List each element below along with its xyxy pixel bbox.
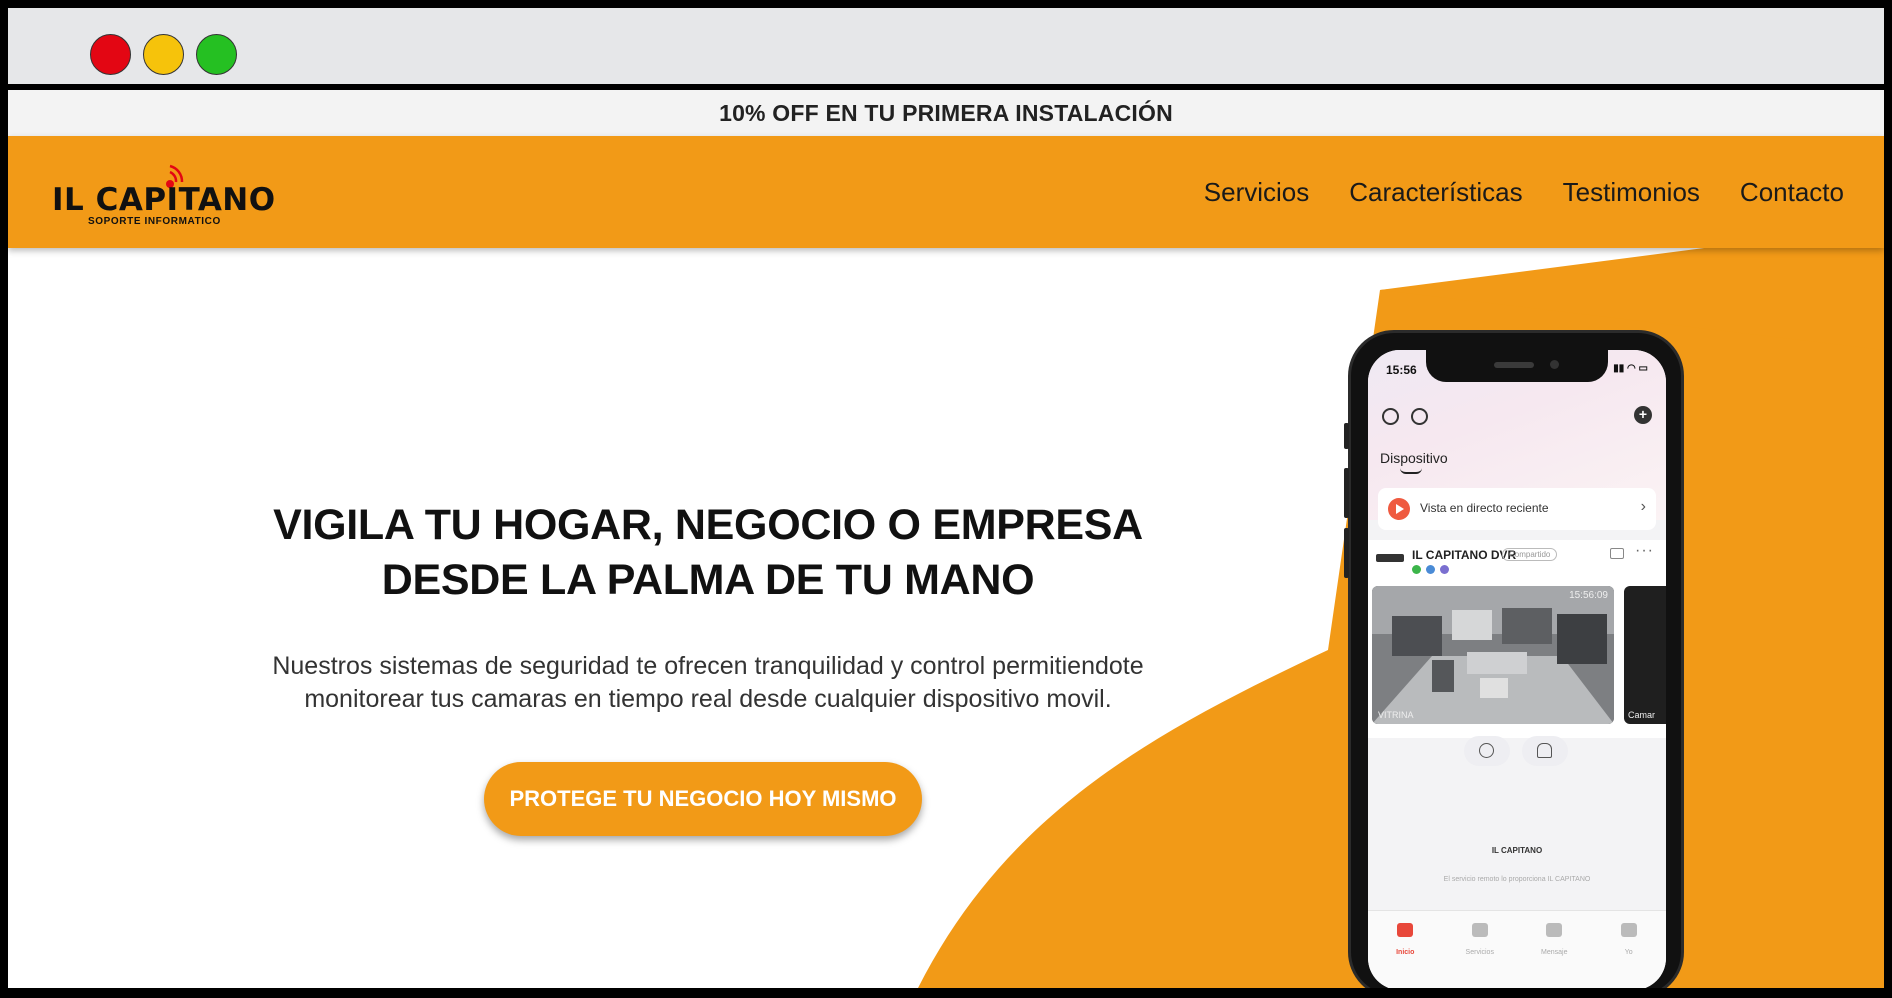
dvr-icon	[1376, 554, 1404, 562]
tab-servicios[interactable]: Servicios	[1455, 923, 1505, 988]
logo-title: IL CAPITANO	[52, 182, 276, 218]
promo-text: 10% OFF EN TU PRIMERA INSTALACIÓN	[719, 99, 1173, 126]
phone-volume-up	[1344, 468, 1349, 518]
camera-timestamp: 15:56:09	[1569, 590, 1608, 601]
close-window-button[interactable]	[90, 34, 131, 75]
main-nav: Servicios Características Testimonios Co…	[1204, 136, 1844, 248]
device-status-badges	[1412, 565, 1449, 574]
device-card: IL CAPITANO DVR Compartido ··· 15:56:09 …	[1368, 540, 1666, 766]
chevron-right-icon: ›	[1640, 498, 1646, 515]
camera-scene-image	[1372, 586, 1614, 724]
camera-feed-2[interactable]: Camar	[1624, 586, 1666, 724]
nav-contacto[interactable]: Contacto	[1740, 177, 1844, 208]
maximize-window-button[interactable]	[196, 34, 237, 75]
phone-notch	[1426, 350, 1608, 382]
monitor-icon[interactable]	[1610, 548, 1624, 559]
hero-headline: VIGILA TU HOGAR, NEGOCIO O EMPRESA DESDE…	[208, 498, 1208, 608]
camera-2-label: Camar	[1628, 710, 1656, 720]
tab-underline	[1400, 468, 1422, 474]
shared-badge: Compartido	[1502, 548, 1558, 561]
heart-icon	[1471, 923, 1488, 937]
tab-inicio[interactable]: Inicio	[1380, 923, 1430, 988]
online-status-icon	[1412, 565, 1421, 574]
tab-yo[interactable]: Yo	[1604, 923, 1654, 988]
tab-mensaje[interactable]: Mensaje	[1529, 923, 1579, 988]
app-tab-bar: Inicio Servicios Mensaje Yo	[1368, 910, 1666, 988]
playback-icon[interactable]	[1382, 408, 1399, 425]
share-icon	[1440, 565, 1449, 574]
phone-screen: 15:56 ▮▮ ◠ ▭ + Dispositivo Vista en dire…	[1368, 350, 1666, 988]
nav-testimonios[interactable]: Testimonios	[1563, 177, 1700, 208]
status-indicators-icon: ▮▮ ◠ ▭	[1613, 363, 1648, 374]
camera-label: VITRINA	[1378, 710, 1414, 720]
web-page: 10% OFF EN TU PRIMERA INSTALACIÓN IL CAP…	[8, 90, 1884, 988]
play-icon	[1388, 498, 1410, 520]
camera-feed-vitrina[interactable]: 15:56:09 VITRINA	[1372, 586, 1614, 724]
add-device-icon[interactable]: +	[1634, 406, 1652, 424]
recent-live-view-label: Vista en directo reciente	[1420, 501, 1549, 515]
headline-line-1: VIGILA TU HOGAR, NEGOCIO O EMPRESA	[273, 501, 1143, 549]
device-name: IL CAPITANO DVR	[1412, 548, 1517, 562]
alarm-control-button[interactable]	[1522, 736, 1568, 766]
description-line-1: Nuestros sistemas de seguridad te ofrece…	[272, 652, 1144, 680]
home-icon	[1397, 923, 1414, 937]
status-time: 15:56	[1386, 363, 1417, 377]
more-options-icon[interactable]: ···	[1635, 542, 1654, 560]
logo-subtitle: SOPORTE INFORMATICO	[88, 216, 221, 227]
headline-line-2: DESDE LA PALMA DE TU MANO	[381, 556, 1035, 604]
hero-description: Nuestros sistemas de seguridad te ofrece…	[188, 650, 1228, 716]
app-footer-text: El servicio remoto lo proporciona IL CAP…	[1443, 876, 1591, 883]
protect-business-button[interactable]: PROTEGE TU NEGOCIO HOY MISMO	[484, 762, 922, 836]
playback-control-button[interactable]	[1464, 736, 1510, 766]
nav-caracteristicas[interactable]: Características	[1349, 177, 1522, 208]
app-footer-logo: IL CAPITANO	[1491, 846, 1543, 855]
play-circle-icon	[1479, 743, 1494, 758]
window-chrome	[8, 8, 1884, 84]
cloud-icon	[1426, 565, 1435, 574]
phone-volume-down	[1344, 528, 1349, 578]
minimize-window-button[interactable]	[143, 34, 184, 75]
phone-mockup: 15:56 ▮▮ ◠ ▭ + Dispositivo Vista en dire…	[1344, 330, 1684, 988]
phone-side-button	[1344, 423, 1349, 449]
search-icon[interactable]	[1411, 408, 1428, 425]
recent-live-view-card[interactable]: Vista en directo reciente ›	[1378, 488, 1656, 530]
user-icon	[1620, 923, 1637, 937]
nav-servicios[interactable]: Servicios	[1204, 177, 1309, 208]
site-logo[interactable]: IL CAPITANO SOPORTE INFORMATICO	[52, 158, 282, 228]
description-line-2: monitorear tus camaras en tiempo real de…	[304, 685, 1112, 713]
bell-icon	[1546, 923, 1563, 937]
bell-icon	[1537, 743, 1552, 758]
promo-banner: 10% OFF EN TU PRIMERA INSTALACIÓN	[8, 90, 1884, 136]
navbar: IL CAPITANO SOPORTE INFORMATICO Servicio…	[8, 136, 1884, 248]
browser-frame: 10% OFF EN TU PRIMERA INSTALACIÓN IL CAP…	[0, 0, 1892, 998]
app-toolbar	[1382, 408, 1428, 425]
devices-tab-title[interactable]: Dispositivo	[1380, 450, 1448, 466]
